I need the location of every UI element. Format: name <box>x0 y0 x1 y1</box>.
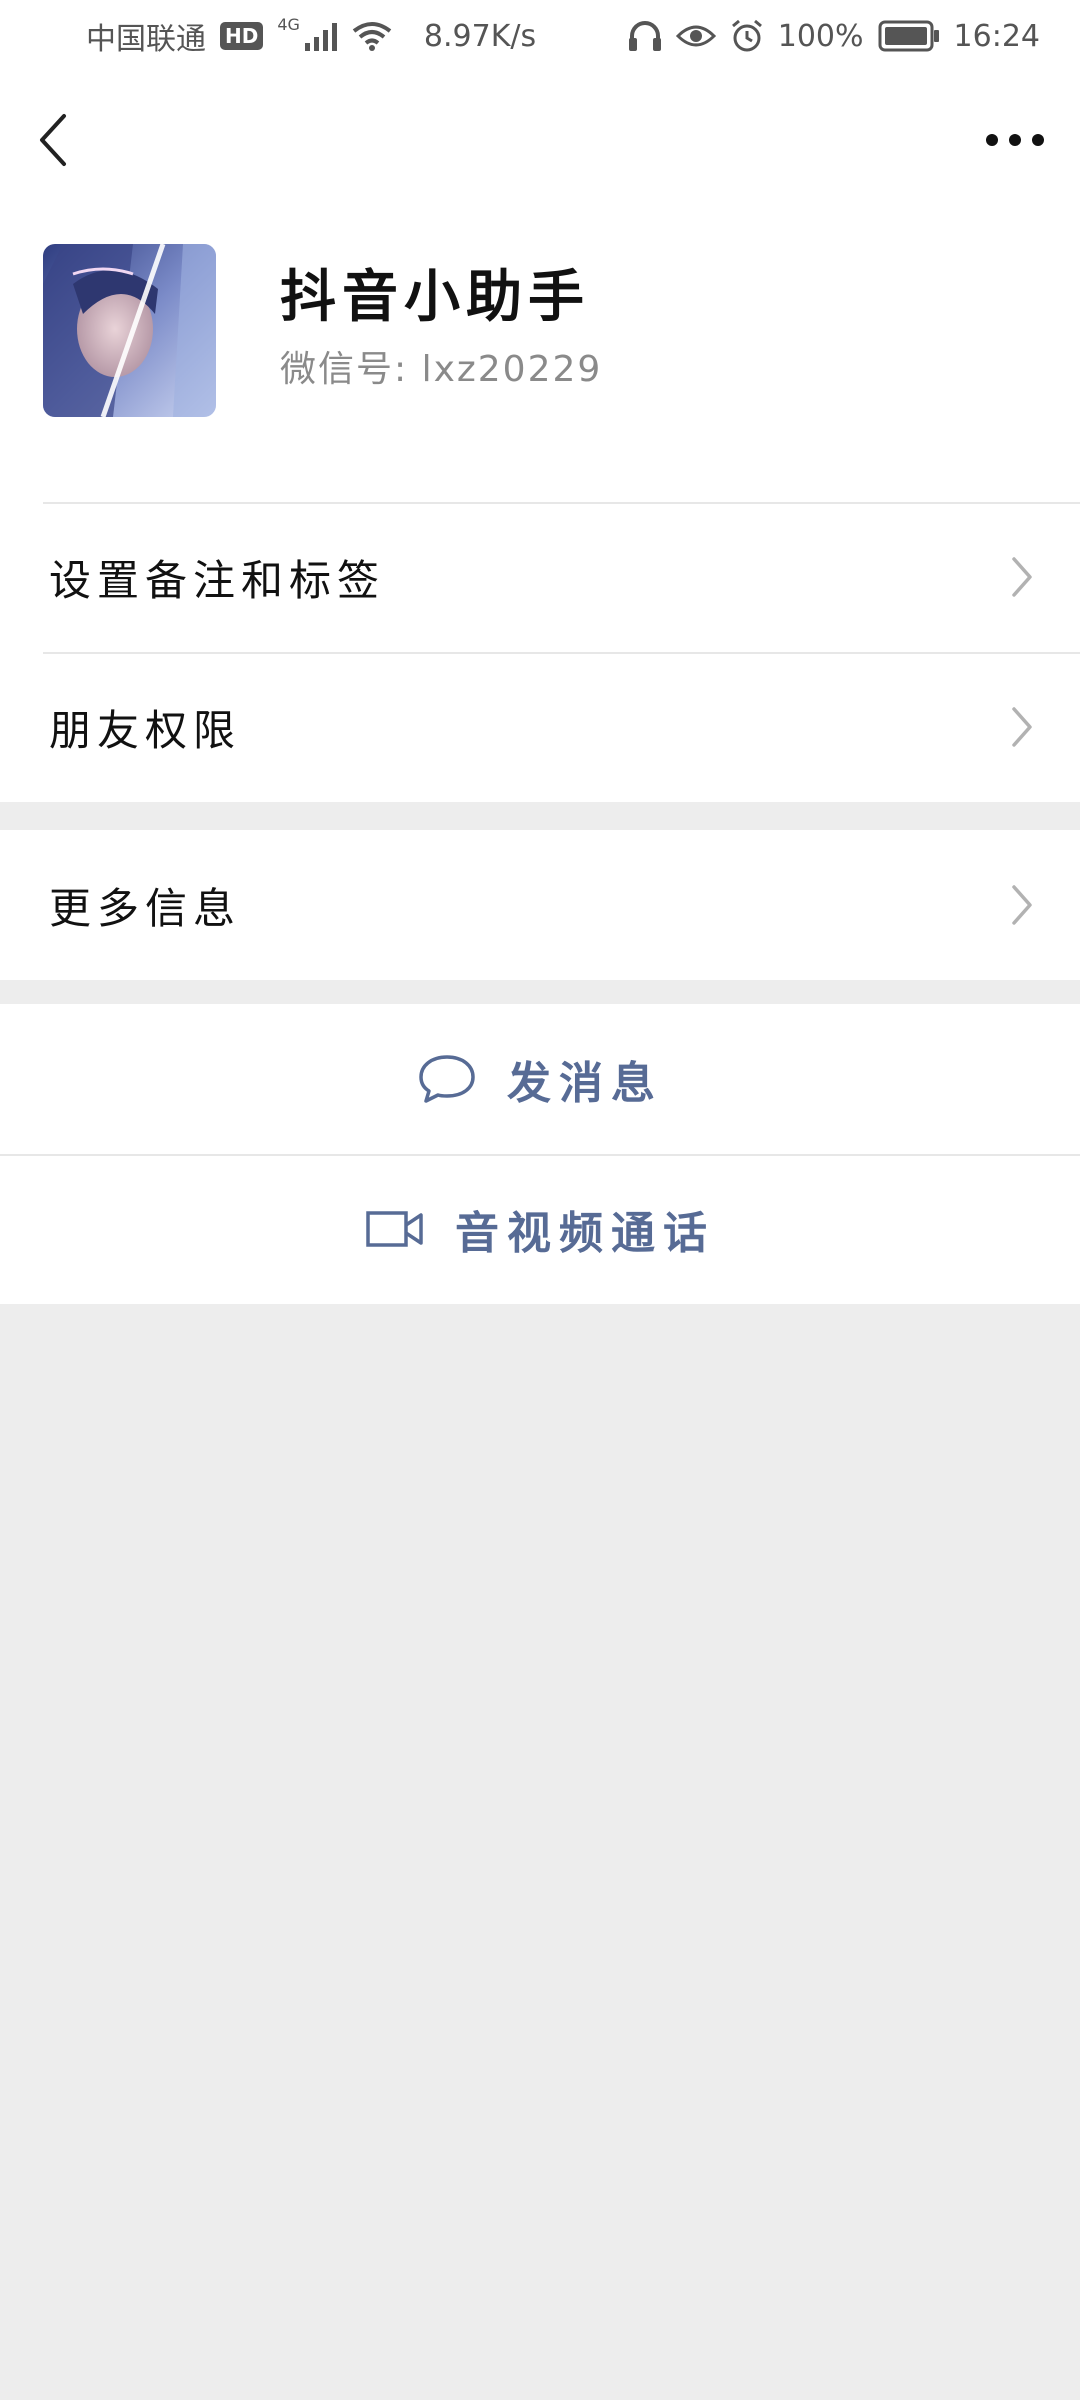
hd-badge: HD <box>220 22 264 50</box>
status-bar: 中国联通 HD 4G 8.97K/s 100% 16:24 <box>0 0 1080 72</box>
row-friend-permissions[interactable]: 朋友权限 <box>0 652 1080 802</box>
battery-percent: 100% <box>777 18 864 54</box>
video-call-label: 音视频通话 <box>455 1208 715 1259</box>
chevron-right-icon <box>1012 557 1032 597</box>
wechat-id: 微信号: lxz20229 <box>280 349 603 390</box>
chat-bubble-icon <box>419 1055 475 1103</box>
divider <box>0 1154 1080 1156</box>
chevron-right-icon <box>1012 885 1032 925</box>
back-button[interactable] <box>28 102 78 178</box>
carrier-label: 中国联通 <box>86 22 206 57</box>
more-dots-icon <box>986 134 1044 146</box>
chevron-right-icon <box>1012 707 1032 747</box>
signal-icon <box>304 23 337 51</box>
headphones-icon <box>628 21 661 51</box>
row-remark-tags[interactable]: 设置备注和标签 <box>0 502 1080 652</box>
clock-time: 16:24 <box>953 18 1040 54</box>
video-call-button[interactable]: 音视频通话 <box>0 1154 1080 1304</box>
send-message-button[interactable]: 发消息 <box>0 1004 1080 1154</box>
contact-name: 抖音小助手 <box>280 265 590 330</box>
more-button[interactable] <box>970 112 1060 168</box>
back-arrow-icon <box>40 114 66 166</box>
row-more-info-label: 更多信息 <box>49 883 242 933</box>
avatar[interactable] <box>43 244 216 417</box>
network-speed: 8.97K/s <box>423 18 537 54</box>
network-type: 4G <box>277 14 300 34</box>
row-friend-permissions-label: 朋友权限 <box>49 705 242 755</box>
nav-bar <box>0 72 1080 202</box>
eye-icon <box>675 25 716 47</box>
row-remark-tags-label: 设置备注和标签 <box>49 555 386 605</box>
alarm-icon <box>731 19 762 52</box>
wifi-icon <box>352 22 392 51</box>
battery-icon <box>878 20 939 52</box>
profile-header: 抖音小助手 微信号: lxz20229 <box>0 202 1080 502</box>
video-camera-icon <box>366 1211 423 1247</box>
row-more-info[interactable]: 更多信息 <box>0 830 1080 980</box>
send-message-label: 发消息 <box>507 1058 663 1109</box>
